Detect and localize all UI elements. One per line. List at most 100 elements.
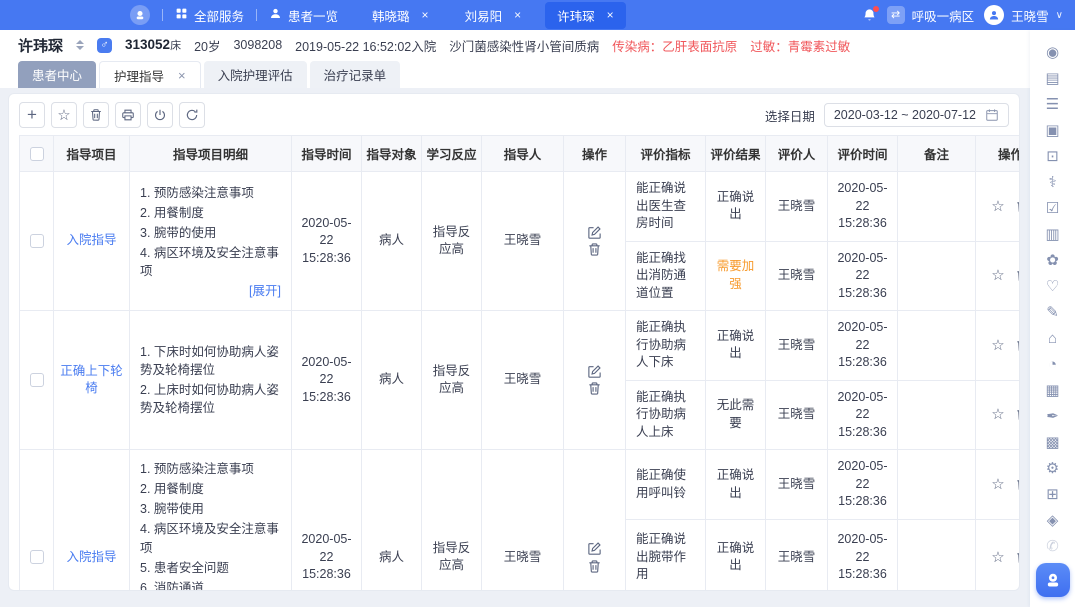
toolbar: +☆ 选择日期 2020-03-12 ~ 2020-07-12 [9,94,1019,135]
close-icon[interactable]: × [422,8,429,22]
drop-clock-icon[interactable]: ◔ [1048,352,1057,378]
edit-button[interactable] [587,541,602,556]
ward-selector[interactable]: ⇄ 呼吸一病区 [887,6,975,25]
guidance-project-link[interactable]: 正确上下轮椅 [60,364,123,396]
delete-button[interactable] [1015,407,1019,422]
evaluation-actions-cell: ☆ [976,520,1020,590]
detail-line: 3. 腕带的使用 [140,224,281,242]
shield-alert-icon[interactable]: ◈ [1047,508,1059,534]
patient-tab[interactable]: 刘易阳 × [453,2,534,29]
notebook-icon[interactable]: ▣ [1045,118,1059,144]
edit-button[interactable] [587,364,602,379]
app-logo[interactable] [130,5,150,25]
guidance-project-cell: 入院指导 [54,172,130,311]
nav-all-services[interactable]: 全部服务 [175,6,244,25]
select-all-checkbox[interactable] [30,147,44,161]
calendar-icon[interactable]: ⊞ [1046,482,1059,508]
power-button[interactable] [147,102,173,128]
detail-line: 2. 用餐制度 [140,480,281,498]
date-range-input[interactable]: 2020-03-12 ~ 2020-07-12 [824,103,1009,127]
patient-tab-active[interactable]: 许玮琛 × [545,2,626,29]
remark-cell [898,311,976,381]
evaluation-result: 需要加强 [717,259,755,291]
delete-button[interactable] [1015,338,1019,353]
patient-age: 20岁 [194,36,220,55]
patient-record-icon[interactable]: ☑ [1046,196,1059,222]
delete-button[interactable] [1015,268,1019,283]
detail-line: 3. 腕带使用 [140,500,281,518]
row-checkbox[interactable] [30,373,44,387]
learning-reaction-cell: 指导反应高 [422,450,482,591]
favorite-star-button[interactable]: ☆ [991,338,1004,353]
clipboard-shield-icon[interactable]: ▦ [1045,378,1059,404]
favorite-star-button[interactable]: ☆ [991,550,1004,565]
patient-switch-icon[interactable] [76,40,84,50]
row-checkbox[interactable] [30,234,44,248]
favorite-button[interactable]: ☆ [51,102,77,128]
tab-treatment-record[interactable]: 治疗记录单 [310,61,401,88]
link-icon[interactable]: ✆ [1046,534,1059,560]
delete-button[interactable] [587,381,602,396]
favorite-star-button[interactable]: ☆ [991,268,1004,283]
tab-nursing-guidance[interactable]: 护理指导 × [99,61,201,88]
row-checkbox[interactable] [30,550,44,564]
close-icon[interactable]: × [514,8,521,22]
add-button[interactable]: + [19,102,45,128]
column-header: 操作 [564,136,626,172]
remark-cell [898,172,976,242]
signature-icon[interactable]: ✎ [1046,300,1059,326]
stethoscope-icon[interactable]: ⚕ [1048,170,1056,196]
gender-male-icon: ♂ [97,38,112,53]
nav-label: 患者一览 [288,6,338,25]
card-heart-icon[interactable]: ♡ [1046,274,1059,300]
guidance-project-cell: 入院指导 [54,450,130,591]
infection-warning: 传染病：乙肝表面抗原 [612,36,737,55]
refresh-button[interactable] [179,102,205,128]
bed-number: 313052床 [125,37,181,53]
close-icon[interactable]: × [178,68,186,83]
patient-name: 许玮琛 [18,35,63,56]
details-toggle-link[interactable]: [展开] [140,283,281,301]
home-clock-icon[interactable]: ⌂ [1048,326,1057,352]
evaluator-cell: 王晓雪 [766,311,828,381]
close-icon[interactable]: × [607,8,614,22]
delete-button[interactable] [587,242,602,257]
print-button[interactable] [115,102,141,128]
tab-patient-center[interactable]: 患者中心 [18,61,96,88]
document-copy-icon[interactable]: ▥ [1045,222,1059,248]
date-label: 选择日期 [765,106,815,125]
column-header: 学习反应 [422,136,482,172]
chat-messages-icon[interactable]: ⊡ [1046,144,1059,170]
chart-board-icon[interactable]: ▤ [1045,66,1059,92]
edit-button[interactable] [587,225,602,240]
leaf-icon[interactable]: ✒ [1046,404,1059,430]
favorite-star-button[interactable]: ☆ [991,477,1004,492]
favorite-star-button[interactable]: ☆ [991,407,1004,422]
patient-tab[interactable]: 韩晓璐 × [360,2,441,29]
calendar-icon [985,108,999,122]
delete-button[interactable] [1015,550,1019,565]
ribbon-icon[interactable]: ✿ [1046,248,1059,274]
user-circle-icon[interactable]: ◉ [1046,40,1059,66]
guidance-project-link[interactable]: 入院指导 [66,233,116,247]
delete-button[interactable] [83,102,109,128]
document-gear-icon[interactable]: ⚙ [1046,456,1059,482]
patient-tab-label: 许玮琛 [557,6,595,25]
tab-label: 治疗记录单 [324,65,387,84]
delete-button[interactable] [1015,199,1019,214]
tab-admission-assessment[interactable]: 入院护理评估 [204,61,307,88]
favorite-star-button[interactable]: ☆ [991,199,1004,214]
user-menu[interactable]: 王晓雪 ∨ [984,5,1063,25]
delete-button[interactable] [587,559,602,574]
detail-line: 2. 用餐制度 [140,204,281,222]
nav-patient-list[interactable]: 患者一览 [269,6,338,25]
robot-assistant-button[interactable] [1036,563,1070,597]
notifications-bell-icon[interactable] [862,8,877,23]
guidance-project-link[interactable]: 入院指导 [66,550,116,564]
evaluation-indicator-cell: 能正确说出医生查房时间 [626,172,706,242]
evaluation-result-cell: 正确说出 [706,520,766,590]
delete-button[interactable] [1015,477,1019,492]
clipboard-list-icon[interactable]: ☰ [1046,92,1059,118]
guidance-actions-cell [564,450,626,591]
building-chart-icon[interactable]: ▩ [1045,430,1059,456]
